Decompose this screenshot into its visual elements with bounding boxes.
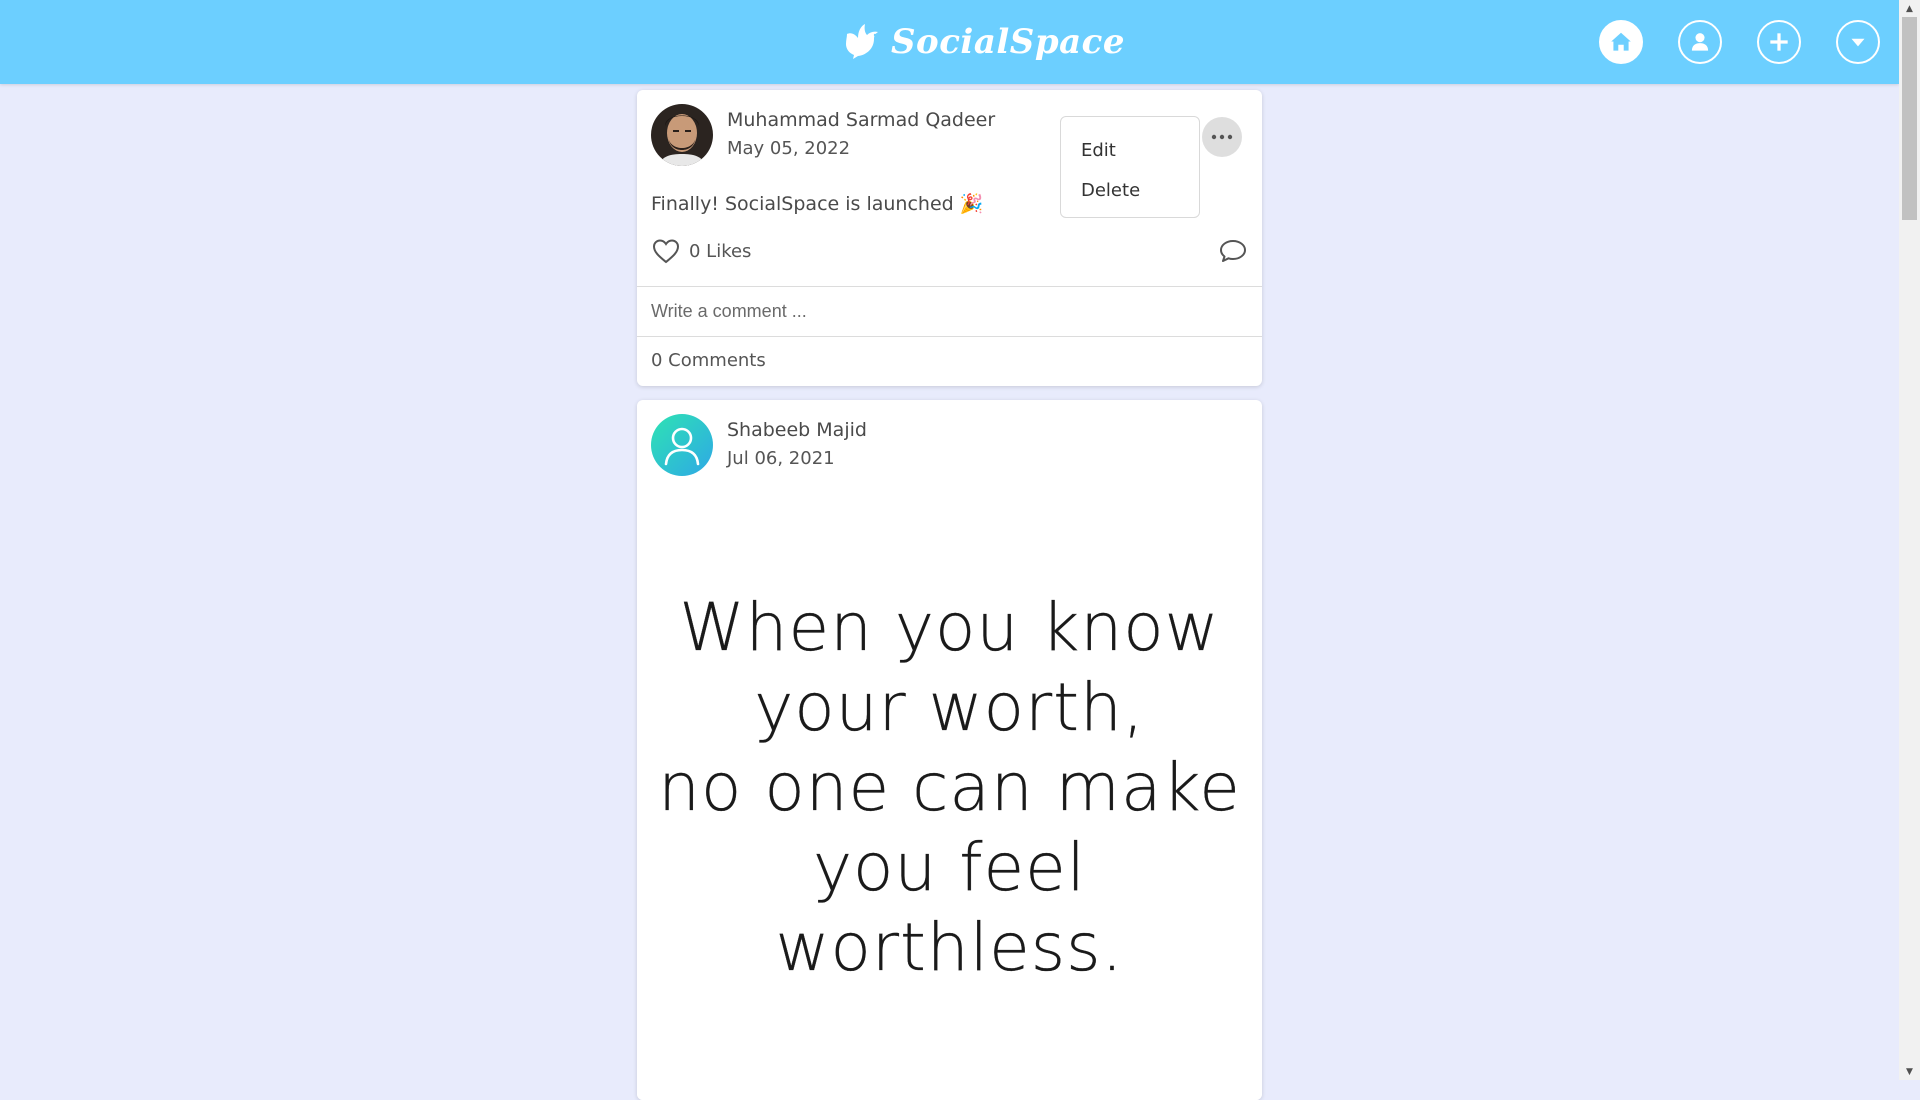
brand-name: SocialSpace <box>891 22 1125 62</box>
post-header: Muhammad Sarmad Qadeer May 05, 2022 <box>651 104 995 166</box>
delete-menu-item[interactable]: Delete <box>1061 171 1199 211</box>
default-user-avatar-icon <box>651 414 713 476</box>
post-date: May 05, 2022 <box>727 138 851 159</box>
post-options-menu: Edit Delete <box>1060 116 1200 218</box>
comments-count[interactable]: 0 Comments <box>651 350 766 371</box>
quote-text-line: no one can make <box>658 749 1241 826</box>
home-icon <box>1611 32 1631 51</box>
post-date: Jul 06, 2021 <box>727 448 835 469</box>
post-header: Shabeeb Majid Jul 06, 2021 <box>651 414 867 476</box>
post-card: Shabeeb Majid Jul 06, 2021 When you know… <box>637 400 1262 1100</box>
home-button[interactable] <box>1599 20 1643 64</box>
profile-icon <box>1691 33 1709 51</box>
add-icon <box>1770 33 1788 51</box>
author-name[interactable]: Muhammad Sarmad Qadeer <box>727 106 995 134</box>
dropdown-icon <box>1851 38 1865 47</box>
edit-menu-item[interactable]: Edit <box>1061 131 1199 171</box>
post-options-button[interactable] <box>1202 117 1242 157</box>
quote-text-line: your worth, <box>754 669 1145 746</box>
avatar[interactable] <box>651 104 713 166</box>
post-actions: 0 Likes <box>651 236 1248 266</box>
page-scrollbar[interactable]: ▲ ▼ <box>1899 0 1920 1080</box>
post-image: When you know your worth, no one can mak… <box>637 490 1262 1100</box>
likes-count: 0 Likes <box>689 240 752 262</box>
user-photo-avatar-icon <box>651 104 713 166</box>
post-card: Muhammad Sarmad Qadeer May 05, 2022 Edit… <box>637 90 1262 386</box>
scroll-up-arrow-icon[interactable]: ▲ <box>1899 0 1920 17</box>
comment-button[interactable] <box>1218 236 1248 266</box>
scroll-thumb[interactable] <box>1902 17 1917 220</box>
account-menu-button[interactable] <box>1836 20 1880 64</box>
top-navbar: SocialSpace <box>0 0 1899 84</box>
quote-text-line: When you know <box>679 589 1220 666</box>
scroll-down-arrow-icon[interactable]: ▼ <box>1899 1063 1920 1080</box>
heart-icon <box>652 239 680 264</box>
post-text: Finally! SocialSpace is launched 🎉 <box>651 193 984 215</box>
profile-button[interactable] <box>1678 20 1722 64</box>
avatar[interactable] <box>651 414 713 476</box>
speech-bubble-icon <box>1220 240 1246 262</box>
quote-text-line: you feel <box>812 829 1087 906</box>
quote-text-line: worthless. <box>775 909 1124 986</box>
author-name[interactable]: Shabeeb Majid <box>727 416 867 444</box>
like-button[interactable] <box>651 236 681 266</box>
brand[interactable]: SocialSpace <box>843 18 1125 66</box>
create-post-button[interactable] <box>1757 20 1801 64</box>
more-horizontal-icon <box>1211 134 1233 140</box>
dove-logo-icon <box>846 24 878 59</box>
comment-input[interactable] <box>637 286 1262 337</box>
